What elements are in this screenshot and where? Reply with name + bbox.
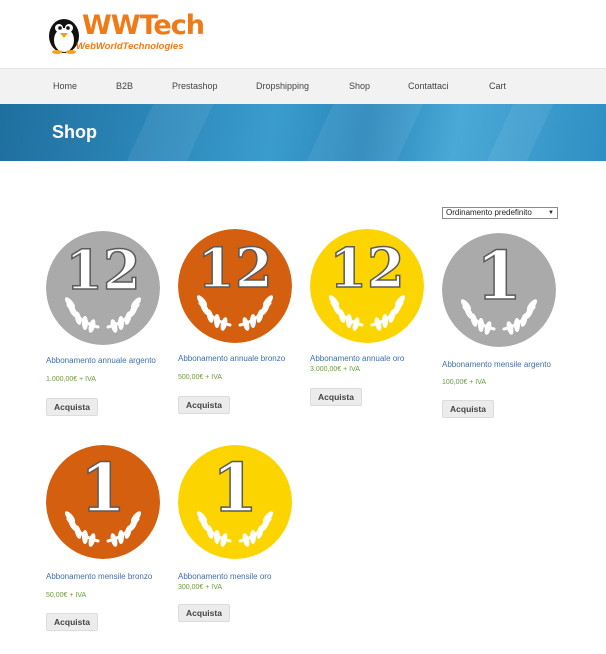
product-price: 1.000,00€ + IVA [46,376,96,383]
svg-text:1: 1 [212,449,258,527]
nav-item-cart[interactable]: Cart [489,81,506,91]
product-name-link[interactable]: Abbonamento annuale bronzo [178,354,288,363]
nav-item-contattaci[interactable]: Contattaci [408,81,449,91]
medal-icon: 12 [310,229,424,343]
buy-button[interactable]: Acquista [310,388,362,406]
buy-button[interactable]: Acquista [442,400,494,418]
nav-item-b2b[interactable]: B2B [116,81,133,91]
logo-title: WWTech [82,10,205,41]
product-price: 100,00€ + IVA [442,379,487,386]
product-price: 300,00€ + IVA [178,584,223,591]
svg-text:1: 1 [80,449,126,527]
banner-decoration [486,104,554,161]
nav-item-prestashop[interactable]: Prestashop [172,81,218,91]
product-name-link[interactable]: Abbonamento annuale oro [310,354,420,363]
buy-button[interactable]: Acquista [46,398,98,416]
page-title: Shop [52,122,97,142]
product-name-link[interactable]: Abbonamento mensile oro [178,572,288,581]
dropdown-arrow-icon: ▼ [548,210,554,216]
product-image[interactable]: 12 [46,231,160,345]
medal-icon: 12 [178,229,292,343]
product-image[interactable]: 12 [178,229,292,343]
nav-item-dropshipping[interactable]: Dropshipping [256,81,309,91]
medal-icon: 1 [178,445,292,559]
product-image[interactable]: 1 [442,233,556,347]
product-image[interactable]: 1 [46,445,160,559]
svg-text:1: 1 [476,237,522,315]
product-price: 3.000,00€ + IVA [310,366,360,373]
buy-button[interactable]: Acquista [46,613,98,631]
site-header: WWTech WebWorldTechnologies [0,0,606,68]
medal-icon: 12 [46,231,160,345]
product-image[interactable]: 12 [310,229,424,343]
sort-select[interactable]: Ordinamento predefinito ▼ [442,207,558,219]
svg-text:12: 12 [329,236,404,300]
svg-text:12: 12 [197,236,272,300]
medal-icon: 1 [46,445,160,559]
main-nav: Home B2B Prestashop Dropshipping Shop Co… [0,68,606,104]
page-banner: Shop [0,104,606,161]
product-image[interactable]: 1 [178,445,292,559]
product-price: 50,00€ + IVA [46,592,87,599]
banner-decoration [306,104,424,161]
product-name-link[interactable]: Abbonamento annuale argento [46,356,156,365]
product-price: 500,00€ + IVA [178,374,223,381]
product-name-link[interactable]: Abbonamento mensile bronzo [46,572,156,581]
sort-select-value: Ordinamento predefinito [446,208,532,217]
logo-subtitle: WebWorldTechnologies [76,41,184,52]
product-name-link[interactable]: Abbonamento mensile argento [442,360,552,369]
medal-icon: 1 [442,233,556,347]
site-logo[interactable]: WWTech WebWorldTechnologies [46,10,205,56]
nav-item-home[interactable]: Home [53,81,77,91]
buy-button[interactable]: Acquista [178,396,230,414]
banner-decoration [126,104,214,161]
nav-item-shop[interactable]: Shop [349,81,370,91]
svg-text:12: 12 [65,238,140,302]
buy-button[interactable]: Acquista [178,604,230,622]
